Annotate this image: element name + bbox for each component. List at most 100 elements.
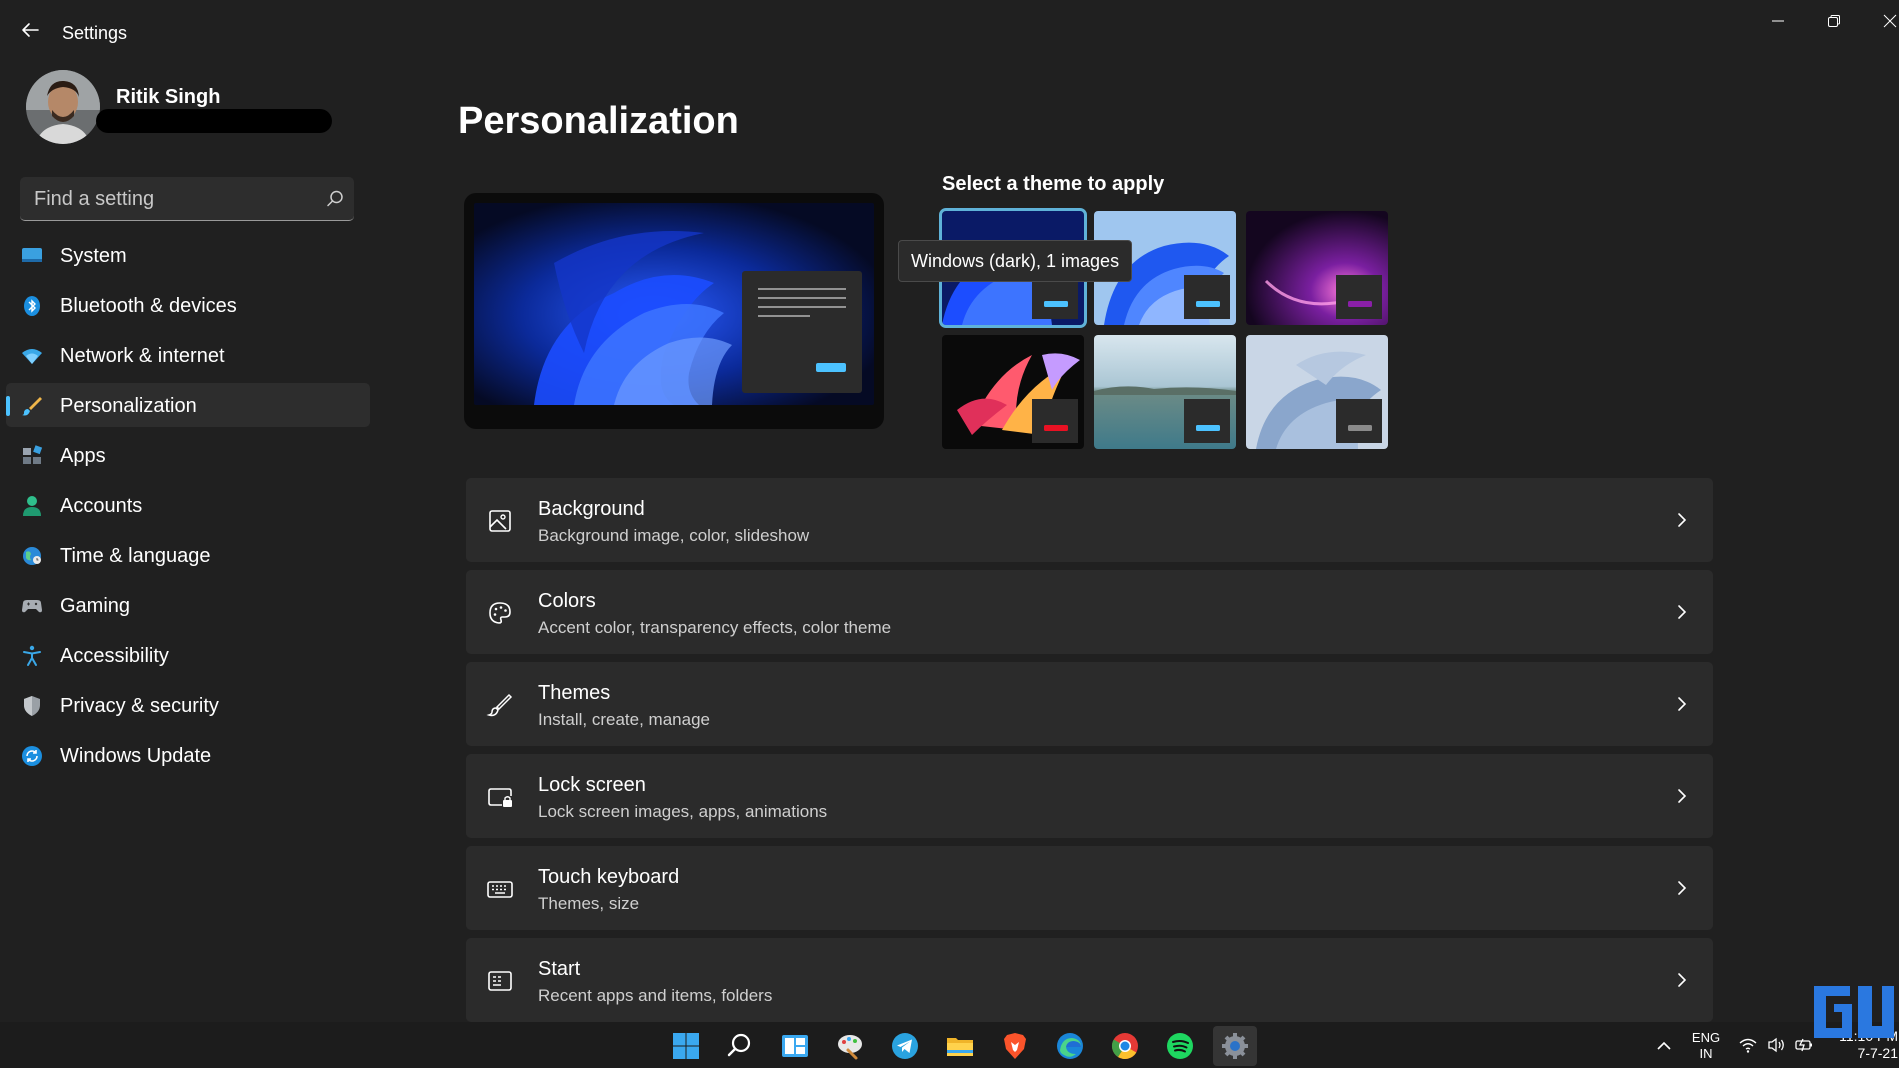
sidebar-item-bluetooth[interactable]: Bluetooth & devices — [6, 283, 370, 327]
sidebar-item-accessibility[interactable]: Accessibility — [6, 633, 370, 677]
lock-screen-icon — [488, 788, 512, 807]
card-start[interactable]: Start Recent apps and items, folders — [466, 938, 1713, 1022]
avatar[interactable] — [26, 70, 100, 144]
theme-tile-glow[interactable] — [1246, 211, 1388, 325]
shield-icon — [24, 696, 40, 716]
sidebar-item-label: Gaming — [60, 595, 131, 617]
picture-icon — [489, 510, 511, 532]
card-colors[interactable]: Colors Accent color, transparency effect… — [466, 570, 1713, 654]
language-code: ENG — [1691, 1030, 1721, 1045]
search-input[interactable] — [20, 177, 310, 221]
accessibility-icon — [23, 645, 41, 666]
close-button[interactable] — [1866, 6, 1899, 36]
sidebar-item-personalization[interactable]: Personalization — [6, 383, 370, 427]
settings-cards: Background Background image, color, slid… — [466, 478, 1713, 1030]
sidebar-item-privacy-security[interactable]: Privacy & security — [6, 683, 370, 727]
language-region: IN — [1699, 1046, 1713, 1061]
sidebar-item-time-language[interactable]: Time & language — [6, 533, 370, 577]
sidebar-item-gaming[interactable]: Gaming — [6, 583, 370, 627]
sidebar-item-label: Privacy & security — [60, 695, 219, 717]
sidebar-item-accounts[interactable]: Accounts — [6, 483, 370, 527]
taskbar-settings-button[interactable] — [1213, 1026, 1257, 1066]
brave-icon — [1004, 1033, 1026, 1059]
sidebar-item-label: Personalization — [60, 395, 197, 417]
taskbar-spotify-button[interactable] — [1158, 1026, 1202, 1066]
chevron-right-icon — [1678, 973, 1687, 987]
taskbar-start-button[interactable] — [664, 1026, 708, 1066]
sidebar-item-label: Accessibility — [60, 645, 169, 667]
gamepad-icon — [22, 600, 42, 613]
card-subtitle: Background image, color, slideshow — [538, 526, 810, 545]
sidebar-nav: System Bluetooth & devices Network & int… — [6, 233, 370, 783]
profile-name: Ritik Singh — [116, 86, 221, 108]
theme-preview — [464, 193, 884, 429]
taskbar-paint-button[interactable] — [828, 1026, 872, 1066]
chevron-up-icon[interactable] — [1652, 1034, 1676, 1058]
settings-icon — [1222, 1033, 1248, 1059]
restore-icon — [1828, 15, 1840, 27]
wifi-icon — [22, 349, 42, 364]
theme-tile-sunrise[interactable] — [1094, 335, 1236, 449]
edge-icon — [1057, 1033, 1083, 1059]
brush-icon — [22, 397, 42, 416]
system-icon — [22, 248, 42, 262]
card-background[interactable]: Background Background image, color, slid… — [466, 478, 1713, 562]
widgets-icon — [782, 1035, 808, 1057]
volume-icon[interactable] — [1766, 1035, 1786, 1055]
back-button[interactable] — [18, 18, 42, 42]
preview-wallpaper — [474, 203, 874, 405]
start-icon — [673, 1033, 699, 1059]
sidebar-item-label: Windows Update — [60, 745, 212, 767]
card-subtitle: Themes, size — [538, 894, 640, 913]
search-box[interactable] — [20, 177, 354, 221]
card-lock-screen[interactable]: Lock screen Lock screen images, apps, an… — [466, 754, 1713, 838]
telegram-icon — [892, 1033, 918, 1059]
card-title: Touch keyboard — [538, 866, 680, 888]
sidebar-item-apps[interactable]: Apps — [6, 433, 370, 477]
chevron-right-icon — [1678, 881, 1687, 895]
card-themes[interactable]: Themes Install, create, manage — [466, 662, 1713, 746]
keyboard-icon — [487, 881, 513, 898]
card-subtitle: Lock screen images, apps, animations — [538, 802, 828, 821]
card-subtitle: Accent color, transparency effects, colo… — [538, 618, 892, 637]
wifi-icon[interactable] — [1738, 1035, 1758, 1055]
card-touch-keyboard[interactable]: Touch keyboard Themes, size — [466, 846, 1713, 930]
theme-tile-flow[interactable] — [1246, 335, 1388, 449]
globe-icon — [23, 547, 41, 565]
sidebar-item-label: System — [60, 245, 127, 267]
sidebar-item-label: Bluetooth & devices — [60, 295, 237, 317]
taskbar-telegram-button[interactable] — [883, 1026, 927, 1066]
card-title: Background — [538, 498, 645, 520]
sidebar-item-windows-update[interactable]: Windows Update — [6, 733, 370, 777]
chevron-right-icon — [1678, 513, 1687, 527]
taskbar-widgets-button[interactable] — [773, 1026, 817, 1066]
taskbar-edge-button[interactable] — [1048, 1026, 1092, 1066]
spotify-icon — [1167, 1033, 1193, 1059]
restore-button[interactable] — [1810, 6, 1858, 36]
apps-icon — [23, 445, 43, 464]
search-icon[interactable] — [324, 188, 346, 210]
card-subtitle: Recent apps and items, folders — [538, 986, 773, 1005]
accounts-icon — [23, 496, 41, 516]
card-title: Lock screen — [538, 774, 646, 796]
page-title: Personalization — [458, 100, 739, 142]
taskbar-chrome-button[interactable] — [1103, 1026, 1147, 1066]
theme-section-heading: Select a theme to apply — [942, 173, 1165, 195]
sidebar-item-label: Apps — [60, 445, 106, 467]
chevron-right-icon — [1678, 697, 1687, 711]
clock-date: 7-7-21 — [1857, 1045, 1898, 1061]
sidebar-item-network[interactable]: Network & internet — [6, 333, 370, 377]
sidebar-item-system[interactable]: System — [6, 233, 370, 277]
taskbar-brave-button[interactable] — [993, 1026, 1037, 1066]
taskbar: ENG IN 11:10 PM 7-7-21 — [0, 1022, 1899, 1068]
brush-icon — [486, 693, 513, 717]
taskbar-search-button[interactable] — [718, 1026, 762, 1066]
minimize-icon — [1772, 20, 1784, 22]
taskbar-file-explorer-button[interactable] — [938, 1026, 982, 1066]
language-indicator[interactable]: ENG IN — [1688, 1030, 1724, 1062]
palette-icon — [489, 602, 511, 624]
theme-tile-captured-motion[interactable] — [942, 335, 1084, 449]
title-bar: Settings — [0, 0, 1899, 64]
minimize-button[interactable] — [1754, 6, 1802, 36]
active-indicator — [6, 396, 10, 416]
